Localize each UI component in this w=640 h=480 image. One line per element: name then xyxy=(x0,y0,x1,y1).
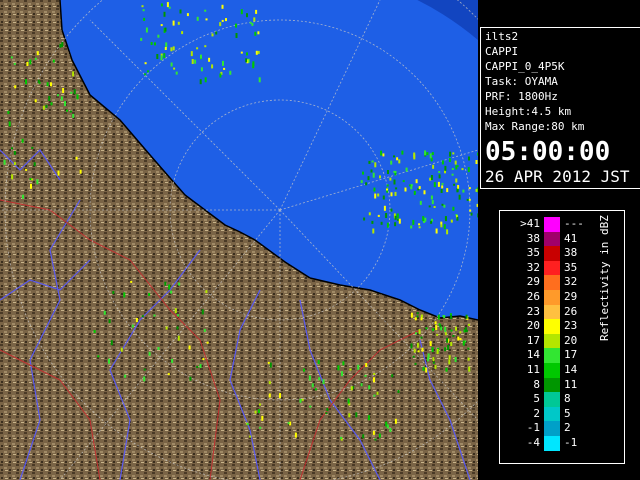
legend-upper-value: 32 xyxy=(564,275,578,289)
info-prf: PRF: 1800Hz xyxy=(485,90,558,103)
info-product-id: CAPPI_0_4P5K xyxy=(485,60,565,73)
radar-map[interactable] xyxy=(0,0,478,480)
legend-swatch xyxy=(544,260,560,276)
observation-date: 26 APR 2012 JST xyxy=(485,167,630,186)
legend-swatch xyxy=(544,406,560,422)
legend-lower-value: 20 xyxy=(526,319,540,333)
legend-lower-value: -4 xyxy=(526,436,540,449)
legend-lower-value: 29 xyxy=(526,275,540,289)
observation-time: 05:00:00 xyxy=(485,137,611,167)
legend-upper-value: 38 xyxy=(564,246,578,260)
legend-swatch xyxy=(544,217,560,233)
legend-upper-value: 41 xyxy=(564,231,578,245)
legend-upper-value: 8 xyxy=(564,392,571,406)
legend-swatch xyxy=(544,319,560,335)
legend-upper-value: -1 xyxy=(564,436,578,449)
legend-lower-value: 26 xyxy=(526,290,540,303)
legend-lower-value: 2 xyxy=(533,406,540,420)
legend-upper-value: 35 xyxy=(564,260,578,274)
legend-lower-value: 8 xyxy=(533,377,540,391)
legend-lower-value: 14 xyxy=(526,348,540,362)
legend-upper-value: 11 xyxy=(564,377,578,391)
legend-lower-value: 5 xyxy=(533,392,540,406)
info-product: CAPPI xyxy=(485,45,519,58)
legend-upper-value: 26 xyxy=(564,304,578,318)
legend-lower-value: 23 xyxy=(526,304,540,318)
legend-swatch xyxy=(544,377,560,393)
info-radar-name: ilts2 xyxy=(485,30,519,43)
legend-swatch xyxy=(544,246,560,262)
legend-swatch xyxy=(544,436,560,452)
legend-upper-value: 20 xyxy=(564,333,578,347)
legend-lower-value: -1 xyxy=(526,421,540,435)
info-task: Task: OYAMA xyxy=(485,75,558,88)
legend-lower-value: 11 xyxy=(526,363,540,376)
legend-lower-value: 17 xyxy=(526,333,540,347)
legend-swatch xyxy=(544,348,560,364)
legend-lower-value: 35 xyxy=(526,246,540,260)
legend-upper-value: 14 xyxy=(564,363,578,376)
legend-lower-value: >41 xyxy=(520,217,540,230)
legend-swatch xyxy=(544,304,560,320)
legend-swatch xyxy=(544,275,560,291)
legend-title: Reflectivity in dBZ xyxy=(598,215,611,341)
legend-swatch xyxy=(544,392,560,408)
legend-swatch xyxy=(544,363,560,379)
legend-upper-value: --- xyxy=(564,217,584,230)
legend-swatch xyxy=(544,290,560,306)
legend-lower-value: 32 xyxy=(526,260,540,274)
legend-swatch xyxy=(544,333,560,349)
legend-upper-value: 23 xyxy=(564,319,578,333)
radar-map-canvas xyxy=(0,0,478,480)
info-height: Height:4.5 km xyxy=(485,105,572,118)
legend-upper-value: 29 xyxy=(564,290,578,303)
info-max-range: Max Range:80 km xyxy=(485,120,585,133)
legend-swatch xyxy=(544,231,560,247)
legend-swatch xyxy=(544,421,560,437)
legend-upper-value: 17 xyxy=(564,348,578,362)
legend-upper-value: 5 xyxy=(564,406,571,420)
legend-upper-value: 2 xyxy=(564,421,571,435)
info-panel: ilts2 CAPPI CAPPI_0_4P5K Task: OYAMA PRF… xyxy=(480,27,640,189)
legend-lower-value: 38 xyxy=(526,231,540,245)
reflectivity-legend: >41 --- 38 41 35 38 32 35 29 32 26 29 23 26 20 23 17 20 14… xyxy=(499,210,625,464)
